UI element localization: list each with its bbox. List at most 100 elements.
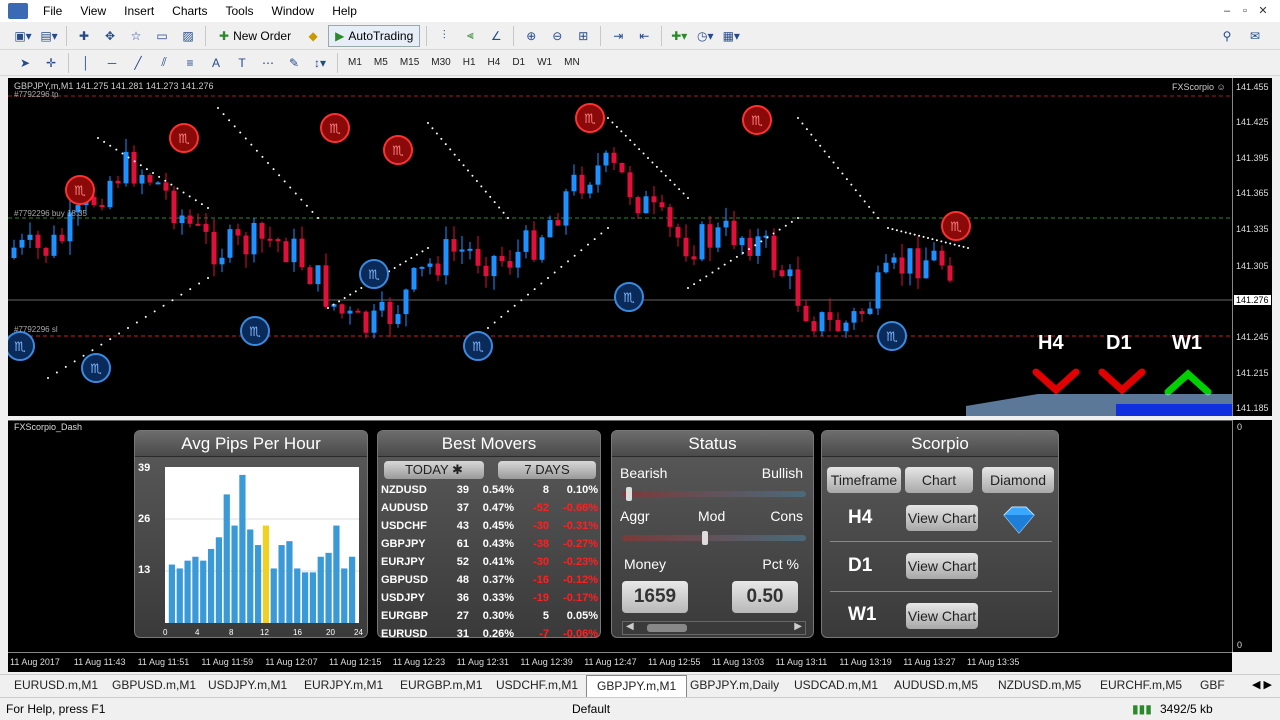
line-chart-icon[interactable]: ∠ [485,25,507,47]
scroll-thumb[interactable] [647,624,687,632]
arrows-icon[interactable]: ↕▾ [309,52,331,74]
money-value[interactable]: 1659 [622,581,688,613]
mover-symbol: USDCHF [381,520,427,532]
view-chart-w1-button[interactable]: View Chart [906,603,978,629]
close-button[interactable]: ✕ [1254,0,1272,22]
menu-window[interactable]: Window [263,0,324,22]
horizontal-line-icon[interactable]: ─ [101,52,123,74]
menu-tools[interactable]: Tools [217,0,263,22]
mover-row[interactable]: EURJPY 52 0.41% -30 -0.23% [378,554,602,572]
tf-m30[interactable]: M30 [425,57,456,68]
chart-tab-item[interactable]: USDJPY.m,M1 [208,678,287,692]
bar-chart-icon[interactable]: ⫶ [433,25,455,47]
risk-knob[interactable] [702,531,709,545]
tile-windows-icon[interactable]: ⊞ [572,25,594,47]
chart-tab-item[interactable]: GBPJPY.m,Daily [690,678,779,692]
auto-scroll-icon[interactable]: ⇥ [607,25,629,47]
mover-row[interactable]: EURGBP 27 0.30% 5 0.05% [378,608,602,626]
menu-help[interactable]: Help [323,0,366,22]
terminal-icon[interactable]: ▭ [151,25,173,47]
mover-row[interactable]: NZDUSD 39 0.54% 8 0.10% [378,482,602,500]
chart-tab-item[interactable]: GBPUSD.m,M1 [112,678,196,692]
metaeditor-icon[interactable]: ◆ [302,25,324,47]
mover-row[interactable]: AUDUSD 37 0.47% -52 -0.66% [378,500,602,518]
tf-w1[interactable]: W1 [531,57,558,68]
search-icon[interactable]: ⚲ [1216,25,1238,47]
navigator-icon[interactable]: ☆ [125,25,147,47]
scorpion-glyph: ♏ [751,114,763,129]
divider [830,541,1052,542]
view-chart-d1-button[interactable]: View Chart [906,553,978,579]
new-order-button[interactable]: ✚ New Order [212,25,298,47]
chart-tab-item[interactable]: EURCHF.m,M5 [1100,678,1182,692]
sentiment-slider[interactable] [622,487,806,501]
pen-icon[interactable]: ✎ [283,52,305,74]
tf-m15[interactable]: M15 [394,57,425,68]
timeframe-tab[interactable]: Timeframe [827,467,901,493]
menu-insert[interactable]: Insert [115,0,163,22]
profiles-icon[interactable]: ▤▾ [38,25,60,47]
chart-tab[interactable]: Chart [905,467,973,493]
menu-view[interactable]: View [71,0,115,22]
risk-slider[interactable] [622,531,806,545]
status-scrollbar[interactable]: ◀ ▶ [622,621,806,635]
price-chart[interactable]: ♏ ♏ ♏ ♏ ♏ ♏ ♏ ♏ ♏ ♏ ♏ ♏ ♏ ♏ #7792296 tp #7792296 buy … [8,78,1232,416]
minimize-button[interactable]: – [1218,0,1236,22]
zoom-out-icon[interactable]: ⊖ [546,25,568,47]
view-chart-h4-button[interactable]: View Chart [906,505,978,531]
autotrading-button[interactable]: ▶ AutoTrading [328,24,421,47]
tab-scroll-arrows[interactable]: ◀ ▶ [1252,678,1272,691]
envelope-dot [415,253,418,256]
trendline-icon[interactable]: ╱ [127,52,149,74]
scroll-right-icon[interactable]: ▶ [794,621,802,632]
scroll-left-icon[interactable]: ◀ [626,621,634,632]
chart-tab-item[interactable]: EURUSD.m,M1 [14,678,98,692]
new-chart-icon[interactable]: ▣▾ [12,25,34,47]
menu-charts[interactable]: Charts [163,0,216,22]
seven-days-tab[interactable]: 7 DAYS [498,461,596,479]
tf-h4[interactable]: H4 [482,57,507,68]
market-watch-icon[interactable]: ✚ [73,25,95,47]
sentiment-knob[interactable] [625,487,632,501]
mover-row[interactable]: USDJPY 36 0.33% -19 -0.17% [378,590,602,608]
chart-tab-item[interactable]: EURJPY.m,M1 [304,678,383,692]
tf-mn[interactable]: MN [558,57,586,68]
fibonacci-icon[interactable]: ≡ [179,52,201,74]
tf-m1[interactable]: M1 [342,57,368,68]
mover-row[interactable]: GBPUSD 48 0.37% -16 -0.12% [378,572,602,590]
data-window-icon[interactable]: ✥ [99,25,121,47]
today-tab[interactable]: TODAY ✱ [384,461,484,479]
text-label-icon[interactable]: T [231,52,253,74]
channel-icon[interactable]: ⫽ [153,52,175,74]
chart-tab-item[interactable]: USDCHF.m,M1 [496,678,578,692]
mover-row[interactable]: EURUSD 31 0.26% -7 -0.06% [378,626,602,644]
mover-row[interactable]: USDCHF 43 0.45% -30 -0.31% [378,518,602,536]
chart-tab-item[interactable]: GBPJPY.m,M1 [586,675,688,697]
periods-icon[interactable]: ◷▾ [694,25,716,47]
chart-shift-icon[interactable]: ⇤ [633,25,655,47]
chart-tab-item[interactable]: AUDUSD.m,M5 [894,678,978,692]
text-icon[interactable]: A [205,52,227,74]
chart-tab-item[interactable]: USDCAD.m,M1 [794,678,878,692]
templates-icon[interactable]: ▦▾ [720,25,742,47]
pct-value[interactable]: 0.50 [732,581,798,613]
indicators-icon[interactable]: ✚▾ [668,25,690,47]
crosshair-icon[interactable]: ✛ [40,52,62,74]
zoom-in-icon[interactable]: ⊕ [520,25,542,47]
chart-tab-item[interactable]: GBF [1200,678,1225,692]
strategy-tester-icon[interactable]: ▨ [177,25,199,47]
chat-icon[interactable]: ✉ [1244,25,1266,47]
grid-icon[interactable]: ⋯ [257,52,279,74]
tf-d1[interactable]: D1 [506,57,531,68]
cursor-icon[interactable]: ➤ [14,52,36,74]
menu-file[interactable]: File [34,0,71,22]
chart-tab-item[interactable]: EURGBP.m,M1 [400,678,482,692]
chart-tab-item[interactable]: NZDUSD.m,M5 [998,678,1081,692]
restore-button[interactable]: ▫ [1236,0,1254,22]
tf-m5[interactable]: M5 [368,57,394,68]
candlestick-icon[interactable]: ⫷ [459,25,481,47]
diamond-tab[interactable]: Diamond [982,467,1054,493]
vertical-line-icon[interactable]: │ [75,52,97,74]
tf-h1[interactable]: H1 [457,57,482,68]
mover-row[interactable]: GBPJPY 61 0.43% -38 -0.27% [378,536,602,554]
